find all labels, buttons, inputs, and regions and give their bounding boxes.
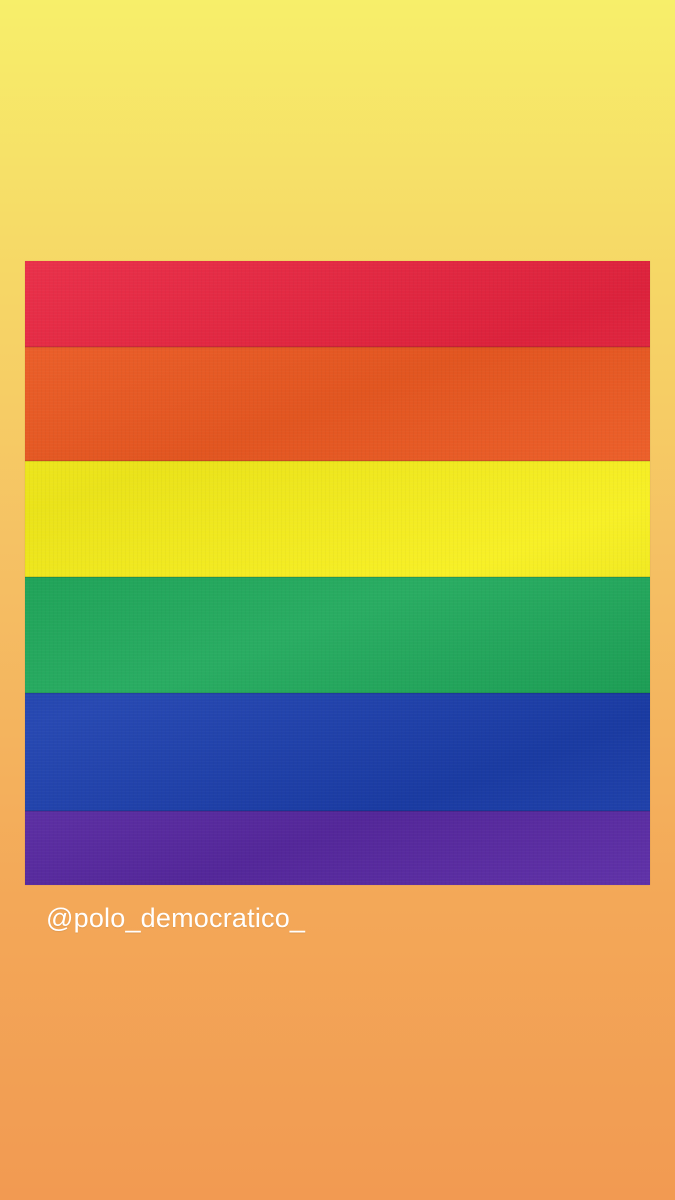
flag-stripe-yellow xyxy=(25,461,650,577)
flag-stripe-purple xyxy=(25,811,650,885)
rainbow-flag-photo xyxy=(25,261,650,885)
flag-stripe-blue xyxy=(25,693,650,811)
flag-seam xyxy=(25,810,650,812)
flag-seam xyxy=(25,346,650,348)
mention-tag[interactable]: @polo_democratico_ xyxy=(46,903,305,934)
flag-stripe-red xyxy=(25,261,650,347)
flag-seam xyxy=(25,460,650,462)
story-canvas: @polo_democratico_ xyxy=(0,0,675,1200)
flag-seam xyxy=(25,576,650,578)
flag-stripe-green xyxy=(25,577,650,693)
flag-stripe-orange xyxy=(25,347,650,461)
flag-seam xyxy=(25,692,650,694)
